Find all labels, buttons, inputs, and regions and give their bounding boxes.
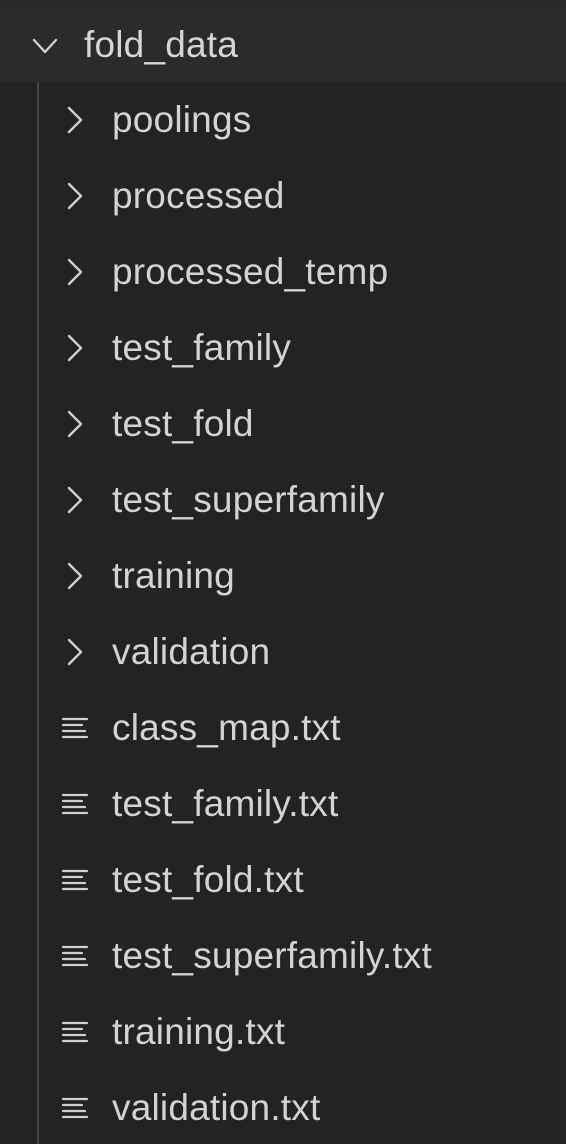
chevron-right-icon[interactable] (60, 180, 90, 212)
chevron-down-icon[interactable] (30, 31, 60, 61)
text-file-icon (61, 1021, 89, 1043)
file-test-superfamily-txt[interactable]: test_superfamily.txt (0, 918, 566, 994)
chevron-right-icon[interactable] (60, 560, 90, 592)
subfolder-label: training (112, 555, 235, 596)
subfolder-label: processed_temp (112, 251, 389, 292)
subfolder-label: test_fold (112, 403, 254, 444)
text-file-icon (61, 1097, 89, 1119)
text-file-icon (61, 793, 89, 815)
file-class-map-txt[interactable]: class_map.txt (0, 690, 566, 766)
subfolder-test-family[interactable]: test_family (0, 310, 566, 386)
chevron-right-icon[interactable] (60, 256, 90, 288)
folder-children: poolings processed processed_temp test_f… (0, 82, 566, 1144)
file-label: training.txt (112, 1011, 286, 1052)
file-test-family-txt[interactable]: test_family.txt (0, 766, 566, 842)
file-label: test_fold.txt (112, 859, 304, 900)
file-test-fold-txt[interactable]: test_fold.txt (0, 842, 566, 918)
subfolder-training[interactable]: training (0, 538, 566, 614)
subfolder-label: poolings (112, 99, 252, 140)
subfolder-processed-temp[interactable]: processed_temp (0, 234, 566, 310)
folder-fold-data[interactable]: fold_data (0, 8, 566, 82)
subfolder-label: validation (112, 631, 271, 672)
folder-name: fold_data (84, 24, 239, 65)
file-validation-txt[interactable]: validation.txt (0, 1070, 566, 1144)
file-label: test_family.txt (112, 783, 339, 824)
chevron-right-icon[interactable] (60, 408, 90, 440)
file-training-txt[interactable]: training.txt (0, 994, 566, 1070)
subfolder-validation[interactable]: validation (0, 614, 566, 690)
chevron-right-icon[interactable] (60, 104, 90, 136)
subfolder-test-superfamily[interactable]: test_superfamily (0, 462, 566, 538)
panel-top-edge (0, 0, 566, 8)
subfolder-label: processed (112, 175, 285, 216)
subfolder-test-fold[interactable]: test_fold (0, 386, 566, 462)
file-explorer-tree: fold_data poolings processed processed_t… (0, 8, 566, 1144)
chevron-right-icon[interactable] (60, 484, 90, 516)
text-file-icon (61, 945, 89, 967)
subfolder-poolings[interactable]: poolings (0, 82, 566, 158)
file-label: class_map.txt (112, 707, 341, 748)
chevron-right-icon[interactable] (60, 636, 90, 668)
subfolder-processed[interactable]: processed (0, 158, 566, 234)
chevron-right-icon[interactable] (60, 332, 90, 364)
subfolder-label: test_family (112, 327, 292, 368)
text-file-icon (61, 869, 89, 891)
file-label: test_superfamily.txt (112, 935, 432, 976)
subfolder-label: test_superfamily (112, 479, 385, 520)
text-file-icon (61, 717, 89, 739)
file-label: validation.txt (112, 1087, 321, 1128)
